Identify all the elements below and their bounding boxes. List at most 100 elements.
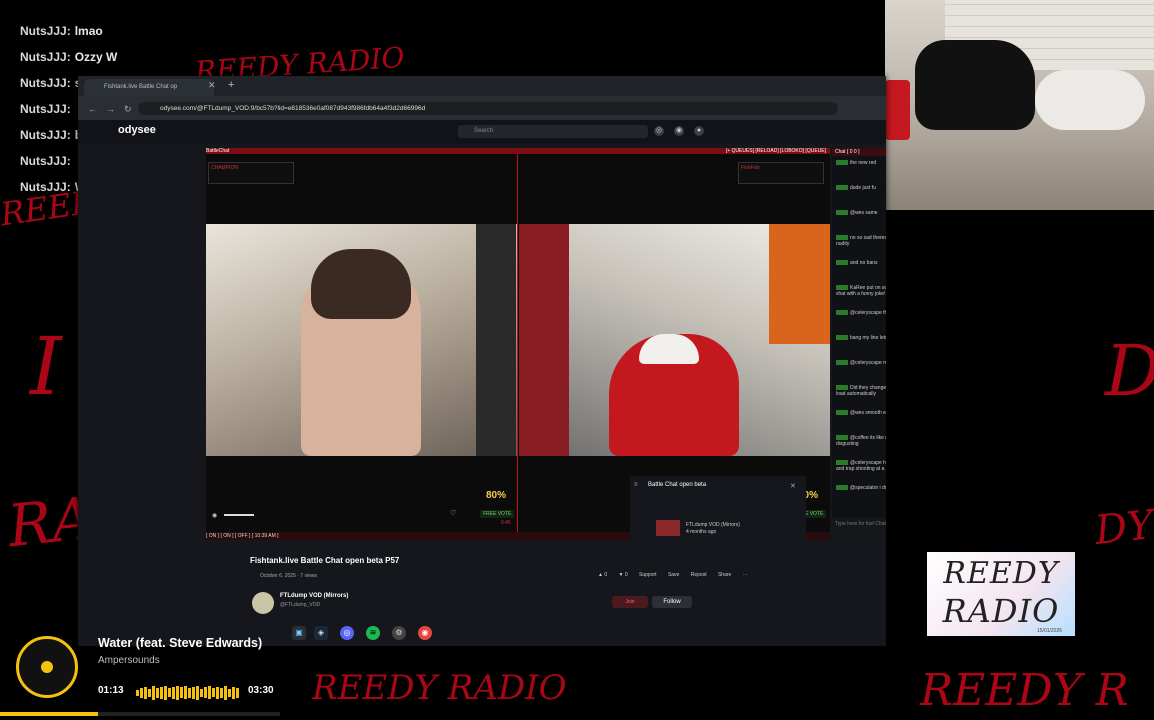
chat-message-text: @speculator i dont feel so good <box>850 485 886 491</box>
back-icon[interactable]: ← <box>88 104 97 114</box>
graffiti-reedy-bottom: REEDY RADIO <box>312 668 567 708</box>
chat-user-badge <box>836 360 848 366</box>
left-vote-percent: 80% <box>486 490 507 501</box>
stream-chat-user: NutsJJJ: <box>20 102 71 116</box>
chat-input[interactable]: Type here for fuel Chat now! <box>832 518 886 540</box>
file-explorer-icon[interactable]: ▣ <box>292 626 306 640</box>
account-icon[interactable]: ● <box>694 126 704 136</box>
save-button[interactable]: Save <box>668 572 679 578</box>
chat-message: and no bans <box>836 260 886 266</box>
left-door <box>476 224 516 456</box>
chat-message: @celeryscape he said he does alot of tar… <box>836 460 886 472</box>
waveform-bar <box>192 686 195 699</box>
chat-message: KaRee put on some Clown Attire and surpr… <box>836 285 886 297</box>
site-logo[interactable]: odysee <box>118 124 156 136</box>
waveform-bar <box>136 689 139 696</box>
waveform-bar <box>176 685 179 700</box>
share-button[interactable]: Share <box>718 572 731 578</box>
more-icon[interactable]: ⋯ <box>743 572 748 578</box>
volume-slider[interactable] <box>224 514 254 516</box>
fire-button[interactable]: ▲ 0 <box>598 572 607 578</box>
battle-controls[interactable]: [+ QUEUES] [RELOAD] [LOBOKO] [QUEUE] <box>726 148 826 154</box>
join-button[interactable]: Join <box>612 596 648 608</box>
slime-button[interactable]: ▼ 0 <box>619 572 628 578</box>
song-elapsed: 01:13 <box>98 685 124 696</box>
search-input[interactable]: Search <box>458 125 648 138</box>
graffiti-letter-d: D <box>1105 330 1154 412</box>
chat-message: Did they change the apps so the streams … <box>836 385 886 397</box>
follow-button[interactable]: Follow <box>652 596 692 608</box>
reload-icon[interactable]: ↻ <box>124 104 132 115</box>
stream-chat-user: NutsJJJ: <box>20 76 71 90</box>
webcam-red-object <box>885 80 910 140</box>
browser-tab[interactable]: Fishtank.live Battle Chat op <box>84 79 214 96</box>
playlist-icon[interactable]: ≡ <box>634 482 638 488</box>
left-person-hair <box>311 249 411 319</box>
chat-user-badge <box>836 185 848 191</box>
waveform-bar <box>156 687 159 698</box>
battle-title: BattleChat <box>206 148 230 154</box>
stream-chat-message: NutsJJJ: lmao <box>20 18 210 44</box>
tab-close-icon[interactable]: ✕ <box>208 80 216 91</box>
fire-count: 0 <box>604 572 608 578</box>
settings-icon[interactable]: ⚙ <box>392 626 406 640</box>
waveform-bar <box>172 686 175 699</box>
browser-tab-bar: Fishtank.live Battle Chat op ✕ + <box>78 76 886 96</box>
discord-icon[interactable]: ◎ <box>340 626 354 640</box>
mini-player-meta: 4 months ago <box>686 529 717 535</box>
channel-handle: @FTLdump_VOD <box>280 602 321 608</box>
stream-chat-message: NutsJJJ: Ozzy W <box>20 44 210 70</box>
battle-timer: 0:45 <box>501 520 511 526</box>
stream-chat-user: NutsJJJ: <box>20 24 71 38</box>
steam-icon[interactable]: ◈ <box>314 626 328 640</box>
stream-chat-user: NutsJJJ: <box>20 128 71 142</box>
battle-divider <box>517 154 518 534</box>
support-button[interactable]: Support <box>639 572 657 578</box>
close-icon[interactable]: ✕ <box>790 482 796 490</box>
video-title: Fishtank.live Battle Chat open beta P57 <box>250 556 400 565</box>
mini-player-channel: FTLdump VOD (Mirrors) <box>686 522 740 528</box>
right-curtain <box>519 224 569 456</box>
upload-icon[interactable]: ◎ <box>654 126 664 136</box>
repost-button[interactable]: Repost <box>691 572 707 578</box>
notification-icon[interactable]: ◉ <box>674 126 684 136</box>
waveform-bar <box>148 688 151 697</box>
channel-avatar[interactable] <box>252 592 274 614</box>
address-bar[interactable]: odysee.com/@FTLdump_VOD:9/bc57b?lid=e818… <box>138 102 838 115</box>
reedy-radio-logo: REEDY RADIO 15/01/2026 <box>927 552 1075 636</box>
browser-window: Fishtank.live Battle Chat op ✕ + ← → ↻ o… <box>78 76 886 646</box>
left-contestant-box: CHAMPION <box>208 162 294 184</box>
mini-player-thumbnail[interactable] <box>656 520 680 536</box>
chat-user-badge <box>836 160 848 166</box>
mini-player[interactable]: Battle Chat open beta ✕ ≡ FTLdump VOD (M… <box>630 476 806 546</box>
graffiti-dy-right: DY <box>1092 502 1154 554</box>
graffiti-letter-i: I <box>30 320 62 413</box>
waveform-bar <box>144 686 147 699</box>
waveform-bar <box>224 685 227 700</box>
waveform-bar <box>196 685 199 700</box>
chat-message: dude just fu <box>836 185 886 191</box>
chat-user-badge <box>836 235 848 241</box>
chrome-icon[interactable]: ◉ <box>418 626 432 640</box>
chat-user-badge <box>836 460 848 466</box>
chat-message: @wes same <box>836 210 886 216</box>
volume-icon[interactable]: ◉ <box>212 512 217 519</box>
stream-chat-user: NutsJJJ: <box>20 154 71 168</box>
chat-message: @celeryscape the story is hes an assassi… <box>836 310 886 316</box>
video-meta: October 6, 2025 · 7 views <box>260 573 317 579</box>
chat-message-text: dude just fu <box>850 185 876 191</box>
right-video-feed <box>519 224 830 456</box>
chat-message-text: @celeryscape the story is hes an assassi… <box>850 310 886 316</box>
channel-name[interactable]: FTLdump VOD (Mirrors) <box>280 593 348 599</box>
chat-user-badge <box>836 385 848 391</box>
forward-icon[interactable]: → <box>106 104 115 114</box>
new-tab-icon[interactable]: + <box>228 79 234 91</box>
left-vote-button[interactable]: FREE VOTE <box>480 510 515 518</box>
waveform-bar <box>204 687 207 699</box>
song-duration: 03:30 <box>248 685 274 696</box>
right-contestant-name: FishFish <box>741 165 760 171</box>
video-actions: ▲ 0 ▼ 0 Support Save Repost Share ⋯ <box>598 572 758 578</box>
spotify-icon[interactable]: ≋ <box>366 626 380 640</box>
left-like-icon[interactable]: ♡ <box>450 509 456 517</box>
chat-message-text: @wes smooth enough <box>850 410 886 416</box>
